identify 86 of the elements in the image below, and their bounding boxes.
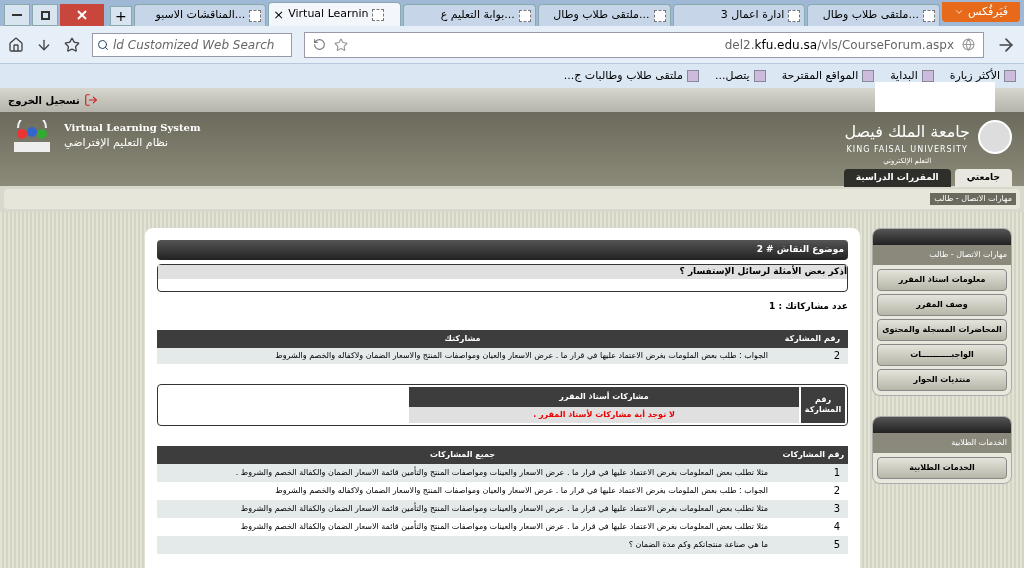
bookmark-favicon [921,70,934,82]
column-header: رقم المشاركات [781,448,845,461]
university-name: جامعة الملك فيصل [844,121,970,143]
bookmark-favicon [1004,70,1016,82]
table-cell-text: 2 [832,484,841,498]
bookmark-favicon [862,70,875,82]
bookmark-item[interactable]: يتصل... [714,67,766,85]
minimize-button[interactable] [4,4,30,26]
minimize-icon [12,14,22,16]
page-icon [249,9,262,22]
post-count: عدد مشاركاتك : 1 [768,300,848,314]
column-header: مشاركتك [443,332,482,345]
column-header: جميع المشاركات [428,448,497,461]
topic-header: موضوع النقاش # 2 [157,240,848,260]
nav-tab[interactable]: جامعتي [954,168,1012,187]
bookmark-item[interactable]: البداية [890,67,934,85]
table-cell-text: 5 [832,538,841,552]
column-header: رقم المشاركة [801,386,845,423]
close-icon [77,10,87,20]
system-title: Virtual Learning System [64,121,201,135]
logout-button[interactable]: تسجيل الخروج [8,92,98,108]
side-menu-button[interactable]: المحاضرات المسجلة والمحتوى [877,319,1007,341]
restore-icon [40,10,50,20]
table-cell-text: 1 [832,466,841,480]
side-menu-button[interactable]: الخدمات الطلابية [877,457,1007,479]
tab-title: المناقشات الاسبو... [155,7,246,24]
browser-tab[interactable]: × Virtual Learnin [268,2,402,26]
close-tab-button[interactable]: × [273,4,285,25]
table-cell-text: مثلا تطلب بعض المعلومات بغرض الاعتماد عليها في قرار ما . عرض الاسعار والعينات ومواصفات المنتج والتأمين قائمة الاسعار الضمان والكفالة الخصم والشروط [239,502,768,515]
globe-icon [962,38,975,51]
new-tab-button[interactable]: + [110,6,132,26]
table-cell-text: 2 [832,349,841,363]
home-icon[interactable] [8,36,24,53]
university-name-english: KING FAISAL UNIVERSITY [846,144,968,156]
nav-tab[interactable]: المقررات الدراسية [843,168,951,187]
column-header: مشاركات أستاذ المقرر [409,386,799,407]
tab-title: بوابة التعليم ع... [440,7,515,24]
table-cell-text: الجواب : طلب بعض الملومات بغرض الاعتماد عليها في قرار ما . عرض الاسعار والعيان ومواصفات المنتج والاسعار الضمان ولاكفاله والخصم والشروط [274,349,768,362]
page-icon [372,8,385,21]
side-menu-button[interactable]: معلومات استاذ المقرر [877,269,1007,291]
table-cell-text: الجواب : طلب بعض الملومات بغرض الاعتماد عليها في قرار ما . عرض الاسعار والعيان ومواصفات المنتج والاسعار الضمان ولاكفاله والخصم والشروط [274,484,768,497]
breadcrumb-item[interactable]: مهارات الاتصال - طالب [930,193,1016,205]
browser-tab[interactable]: ملتقى طلاب وطال... [807,4,940,26]
tab-title: Virtual Learnin [288,6,369,23]
people-logo-icon [12,120,52,154]
panel-title: مهارات الاتصال - طالب [873,245,1011,265]
panel-title: الخدمات الطلابية [873,433,1011,453]
tab-title: ادارة اعمال 3 [720,7,785,24]
table-cell-text: 3 [832,502,841,516]
url-text: del2.kfu.edu.sa/vls/CourseForum.aspx [724,36,954,54]
column-header: رقم المشاركة [783,332,841,345]
bookmark-favicon [753,70,766,82]
bookmark-icon[interactable] [64,36,80,53]
page-icon [922,9,935,22]
system-subtitle: نظام التعليم الإفتراضي [64,135,170,151]
search-field[interactable]: ld Customized Web Search [92,32,292,57]
address-bar[interactable]: del2.kfu.edu.sa/vls/CourseForum.aspx [304,31,984,58]
table-cell-text: مثلا تطلب بعض المعلومات بغرض الاعتماد عليها في قرار ما . عرض الاسعار والعينات ومواصفات المنتج والتأمين قائمة الاسعار الضمان والكفالة الخصم والشروط . [234,466,768,479]
browser-tab[interactable]: المناقشات الاسبو... [133,4,267,26]
bookmark-item[interactable]: الأكثر زيارة [949,67,1016,85]
bookmark-item[interactable]: المواقع المقترحة [781,67,875,85]
bookmark-favicon [686,70,699,82]
page-icon [518,9,531,22]
exit-icon [83,93,98,107]
caret-icon [954,7,964,17]
star-icon [334,37,348,52]
side-menu-button[interactable]: الواجبـــــــــــات [877,344,1007,366]
table-cell-text: 4 [832,520,841,534]
tab-title: ملتقى طلاب وطال... [822,7,919,24]
browser-tab[interactable]: ادارة اعمال 3 [672,4,806,26]
restore-button[interactable] [32,4,58,26]
side-menu-button[interactable]: وصف المقرر [877,294,1007,316]
emblem-icon [978,120,1012,154]
side-menu-button[interactable]: منتديات الحوار [877,369,1007,391]
close-window-button[interactable] [60,4,104,26]
page-icon [653,9,666,22]
page-icon [788,9,801,22]
search-icon [97,38,109,51]
reload-icon [313,38,326,51]
topic-question: أذكر بعض الأمثلة لرسائل الإستفسار ؟ [158,265,847,279]
table-cell-text: مثلا تطلب بعض المعلومات بغرض الاعتماد عليها في قرار ما . عرض الاسعار والعينات ومواصفات المنتج والتأمين قائمة الاسعار الضمان والكفالة الخصم والشروط [239,520,768,533]
bookmark-item[interactable]: ملتقى طلاب وطالبات ج... [563,67,699,85]
browser-tab[interactable]: بوابة التعليم ع... [403,4,536,26]
browser-tab[interactable]: ملتقى طلاب وطال... [537,4,671,26]
tab-title: ملتقى طلاب وطال... [553,7,650,24]
table-cell-text: ما هي صناعة منتجاتكم وكم مدة الضمان ؟ [627,538,768,551]
